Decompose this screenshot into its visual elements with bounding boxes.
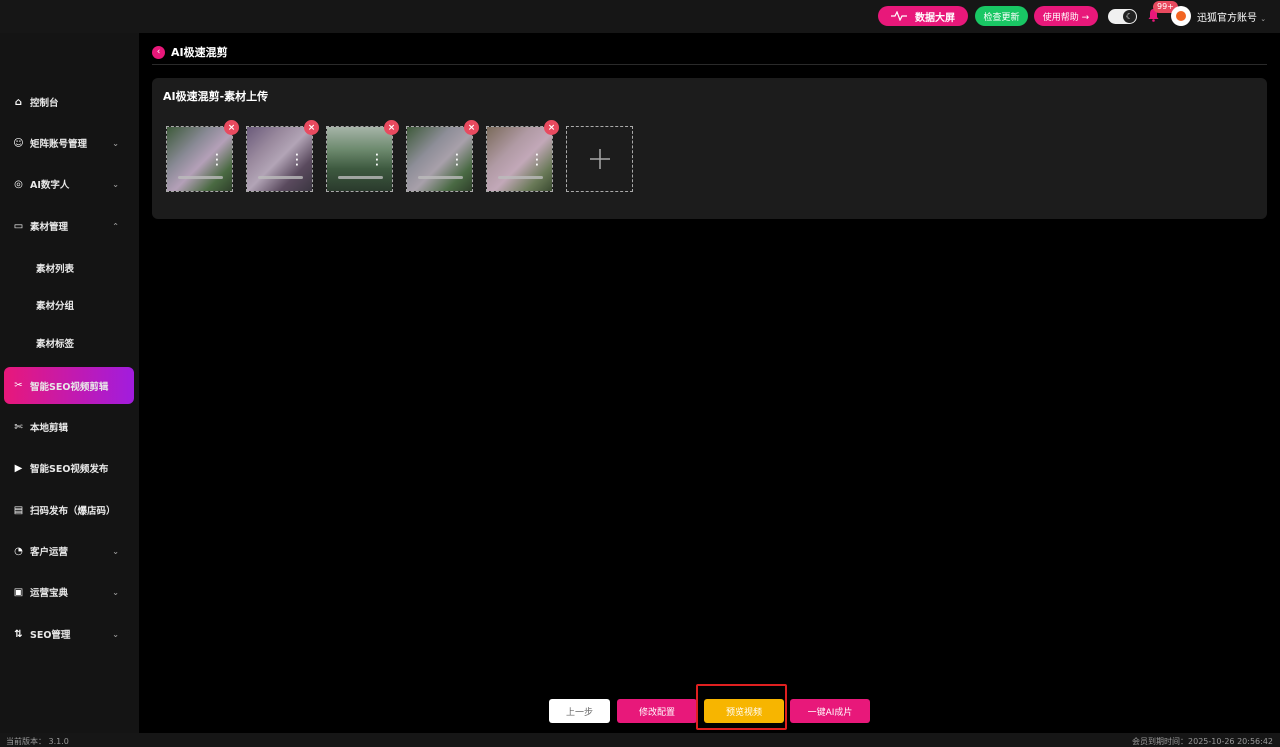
chevron-down-icon: ⌄ bbox=[112, 629, 119, 639]
delete-icon[interactable]: × bbox=[304, 120, 319, 135]
version-text: 当前版本： 3.1.0 bbox=[6, 737, 69, 746]
smile-icon: ☺ bbox=[13, 137, 24, 149]
sidebar-item-ai-avatar[interactable]: ◎ AI数字人 ⌄ bbox=[0, 166, 139, 202]
folder-icon: ▭ bbox=[13, 220, 24, 232]
sidebar-item-matrix-accounts[interactable]: ☺ 矩阵账号管理 ⌄ bbox=[0, 125, 139, 161]
thumbnail-image bbox=[167, 127, 232, 191]
chevron-down-icon: ⌄ bbox=[112, 587, 119, 597]
chevron-up-icon: ⌃ bbox=[112, 221, 119, 231]
video-thumbnail[interactable]: · · · bbox=[486, 126, 553, 192]
top-bar: 数据大屏 检查更新 使用帮助 → ☾ 99+ 迅狐官方账号 ⌄ bbox=[0, 0, 1280, 33]
more-icon[interactable]: · · · bbox=[215, 151, 219, 171]
pulse-icon bbox=[891, 11, 907, 21]
sidebar-item-customer-ops[interactable]: ◔ 客户运营 ⌄ bbox=[0, 533, 139, 569]
scissors-icon: ✂ bbox=[14, 380, 23, 391]
progress-bar bbox=[418, 176, 463, 179]
video-thumbnail[interactable]: · · · bbox=[406, 126, 473, 192]
sidebar-item-seo-video-edit[interactable]: ✂ 智能SEO视频剪辑 bbox=[4, 367, 134, 404]
delete-icon[interactable]: × bbox=[464, 120, 479, 135]
chevron-down-icon: ⌄ bbox=[112, 546, 119, 556]
avatar[interactable] bbox=[1171, 6, 1191, 26]
thumbnail-image bbox=[487, 127, 552, 191]
data-screen-label: 数据大屏 bbox=[915, 12, 955, 24]
sidebar-item-label: 本地剪辑 bbox=[30, 423, 69, 434]
help-button[interactable]: 使用帮助 → bbox=[1034, 6, 1098, 26]
more-icon[interactable]: · · · bbox=[535, 151, 539, 171]
theme-toggle[interactable]: ☾ bbox=[1108, 9, 1137, 24]
chevron-down-icon: ⌄ bbox=[112, 179, 119, 189]
cut-icon: ✄ bbox=[14, 421, 23, 433]
sidebar-item-local-edit[interactable]: ✄ 本地剪辑 bbox=[0, 409, 139, 445]
progress-bar bbox=[178, 176, 223, 179]
sidebar-item-qr-publish[interactable]: ▤ 扫码发布（爆店码） bbox=[0, 492, 139, 528]
sidebar: ⌂ 控制台 ☺ 矩阵账号管理 ⌄ ◎ AI数字人 ⌄ ▭ 素材管理 ⌃ 素材列表 素材分组 素… bbox=[0, 33, 139, 733]
sidebar-item-label: 智能SEO视频发布 bbox=[30, 464, 109, 475]
delete-icon[interactable]: × bbox=[224, 120, 239, 135]
generate-video-button[interactable]: 一键AI成片 bbox=[790, 699, 870, 723]
add-material-button[interactable] bbox=[566, 126, 633, 192]
sidebar-item-seo-video-publish[interactable]: ▶ 智能SEO视频发布 bbox=[0, 450, 139, 486]
upload-panel: AI极速混剪-素材上传 · · · × · · · × · · · × · · · × · · · … bbox=[152, 78, 1267, 219]
sidebar-item-label: 扫码发布（爆店码） bbox=[30, 506, 116, 517]
sidebar-item-label: 素材管理 bbox=[30, 222, 69, 233]
sidebar-item-label: 智能SEO视频剪辑 bbox=[30, 381, 109, 393]
panel-title: AI极速混剪-素材上传 bbox=[163, 90, 269, 103]
sidebar-item-seo-manage[interactable]: ⇅ SEO管理 ⌄ bbox=[0, 616, 139, 652]
video-icon: ▶ bbox=[14, 462, 23, 474]
chevron-down-icon: ⌄ bbox=[112, 138, 119, 148]
chevron-down-icon: ⌄ bbox=[1260, 15, 1267, 23]
footer: 当前版本： 3.1.0 会员到期时间：2025-10-26 20:56:42 bbox=[0, 733, 1280, 747]
sidebar-item-material-list[interactable]: 素材列表 bbox=[0, 250, 139, 286]
content-header: ‹ AI极速混剪 bbox=[152, 40, 1267, 65]
sidebar-item-ops-guide[interactable]: ▣ 运营宝典 ⌄ bbox=[0, 574, 139, 610]
robot-icon: ◎ bbox=[14, 178, 23, 190]
home-icon: ⌂ bbox=[14, 96, 23, 108]
account-name-text: 迅狐官方账号 bbox=[1197, 13, 1257, 24]
expiry-text: 会员到期时间：2025-10-26 20:56:42 bbox=[1132, 737, 1273, 746]
book-icon: ▣ bbox=[13, 586, 24, 598]
sidebar-item-label: 矩阵账号管理 bbox=[30, 139, 88, 150]
sidebar-item-label: 控制台 bbox=[30, 98, 59, 109]
sidebar-item-material-groups[interactable]: 素材分组 bbox=[0, 287, 139, 323]
prev-step-button[interactable]: 上一步 bbox=[549, 699, 610, 723]
sidebar-item-label: AI数字人 bbox=[30, 180, 70, 191]
page-title: AI极速混剪 bbox=[171, 46, 228, 59]
sidebar-item-label: 运营宝典 bbox=[30, 588, 69, 599]
delete-icon[interactable]: × bbox=[384, 120, 399, 135]
edit-config-button[interactable]: 修改配置 bbox=[617, 699, 697, 723]
more-icon[interactable]: · · · bbox=[455, 151, 459, 171]
thumbnail-image bbox=[327, 127, 392, 191]
video-thumbnail[interactable]: · · · bbox=[166, 126, 233, 192]
sidebar-item-material-tags[interactable]: 素材标签 bbox=[0, 325, 139, 361]
highlight-box bbox=[696, 684, 787, 730]
data-screen-button[interactable]: 数据大屏 bbox=[878, 6, 968, 26]
pie-icon: ◔ bbox=[14, 545, 23, 557]
video-thumbnail[interactable]: · · · bbox=[246, 126, 313, 192]
sidebar-item-label: SEO管理 bbox=[30, 630, 71, 641]
sidebar-item-materials[interactable]: ▭ 素材管理 ⌃ bbox=[0, 208, 139, 244]
account-name[interactable]: 迅狐官方账号 ⌄ bbox=[1197, 9, 1266, 24]
video-thumbnail[interactable]: · · · bbox=[326, 126, 393, 192]
moon-icon: ☾ bbox=[1123, 10, 1136, 23]
progress-bar bbox=[338, 176, 383, 179]
thumbnail-image bbox=[247, 127, 312, 191]
back-icon[interactable]: ‹ bbox=[152, 45, 165, 59]
progress-bar bbox=[258, 176, 303, 179]
sort-icon: ⇅ bbox=[14, 628, 23, 640]
plus-icon bbox=[589, 149, 610, 169]
sidebar-item-dashboard[interactable]: ⌂ 控制台 bbox=[0, 84, 139, 120]
qrcode-icon: ▤ bbox=[13, 504, 24, 516]
progress-bar bbox=[498, 176, 543, 179]
thumbnail-image bbox=[407, 127, 472, 191]
delete-icon[interactable]: × bbox=[544, 120, 559, 135]
sidebar-item-label: 客户运营 bbox=[30, 547, 69, 558]
more-icon[interactable]: · · · bbox=[295, 151, 299, 171]
more-icon[interactable]: · · · bbox=[375, 151, 379, 171]
check-update-button[interactable]: 检查更新 bbox=[975, 6, 1028, 26]
